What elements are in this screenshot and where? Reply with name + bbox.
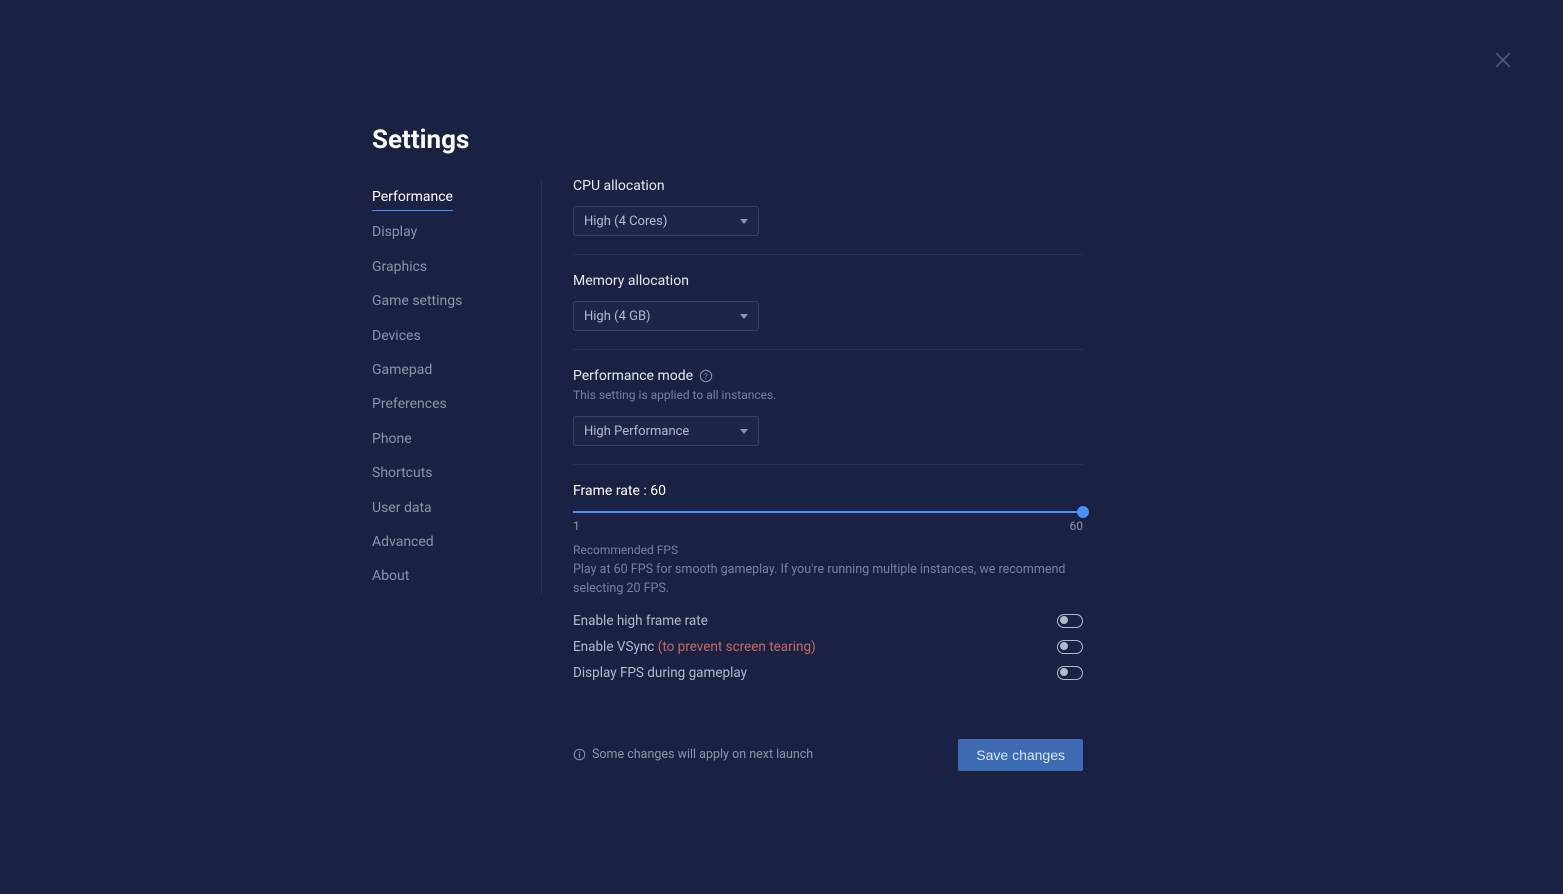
info-note: Some changes will apply on next launch xyxy=(573,747,813,762)
toggle-high-frame-rate[interactable] xyxy=(1057,614,1083,628)
sidebar-item-preferences[interactable]: Preferences xyxy=(372,387,521,421)
info-note-text: Some changes will apply on next launch xyxy=(592,747,813,762)
settings-content: CPU allocation High (4 Cores) Memory all… xyxy=(573,178,1083,771)
chevron-down-icon xyxy=(740,429,748,434)
sidebar-item-game-settings[interactable]: Game settings xyxy=(372,284,521,318)
performance-mode-value: High Performance xyxy=(584,424,689,439)
sidebar-item-phone[interactable]: Phone xyxy=(372,422,521,456)
save-changes-button[interactable]: Save changes xyxy=(958,739,1083,771)
sidebar-item-performance[interactable]: Performance xyxy=(372,180,453,211)
performance-mode-label: Performance mode ? xyxy=(573,368,1083,384)
performance-mode-section: Performance mode ? This setting is appli… xyxy=(573,368,1083,465)
vsync-label-b: (to prevent screen tearing) xyxy=(658,639,816,655)
sidebar-item-about[interactable]: About xyxy=(372,559,521,593)
info-icon xyxy=(573,748,586,761)
sidebar-item-devices[interactable]: Devices xyxy=(372,319,521,353)
chevron-down-icon xyxy=(740,314,748,319)
close-icon xyxy=(1493,50,1513,70)
slider-min: 1 xyxy=(573,519,580,533)
svg-text:?: ? xyxy=(704,372,708,381)
footer: Some changes will apply on next launch S… xyxy=(573,739,1083,771)
settings-sidebar: Performance Display Graphics Game settin… xyxy=(372,180,542,594)
close-button[interactable] xyxy=(1493,50,1513,70)
toggle-knob xyxy=(1060,668,1068,676)
toggle-knob xyxy=(1060,642,1068,650)
chevron-down-icon xyxy=(740,219,748,224)
slider-track xyxy=(573,511,1083,513)
toggle-label-display-fps: Display FPS during gameplay xyxy=(573,665,747,681)
sidebar-item-display[interactable]: Display xyxy=(372,215,521,249)
memory-allocation-label: Memory allocation xyxy=(573,273,1083,289)
sidebar-item-user-data[interactable]: User data xyxy=(372,491,521,525)
frame-rate-label-prefix: Frame rate : xyxy=(573,483,650,499)
sidebar-item-shortcuts[interactable]: Shortcuts xyxy=(372,456,521,490)
toggle-display-fps[interactable] xyxy=(1057,666,1083,680)
toggle-row-vsync: Enable VSync (to prevent screen tearing) xyxy=(573,639,1083,655)
slider-max: 60 xyxy=(1070,519,1084,533)
vsync-label-a: Enable VSync xyxy=(573,639,658,655)
toggle-label-high-frame-rate: Enable high frame rate xyxy=(573,613,708,629)
cpu-allocation-label: CPU allocation xyxy=(573,178,1083,194)
memory-allocation-dropdown[interactable]: High (4 GB) xyxy=(573,301,759,331)
performance-mode-dropdown[interactable]: High Performance xyxy=(573,416,759,446)
page-title: Settings xyxy=(372,125,469,155)
cpu-allocation-dropdown[interactable]: High (4 Cores) xyxy=(573,206,759,236)
sidebar-item-gamepad[interactable]: Gamepad xyxy=(372,353,521,387)
frame-rate-value: 60 xyxy=(650,483,666,499)
toggle-row-display-fps: Display FPS during gameplay xyxy=(573,665,1083,681)
toggle-knob xyxy=(1060,616,1068,624)
performance-mode-sublabel: This setting is applied to all instances… xyxy=(573,388,1083,402)
memory-allocation-section: Memory allocation High (4 GB) xyxy=(573,273,1083,350)
cpu-allocation-section: CPU allocation High (4 Cores) xyxy=(573,178,1083,255)
frame-rate-section: Frame rate : 60 1 60 Recommended FPS Pla… xyxy=(573,483,1083,709)
sidebar-item-graphics[interactable]: Graphics xyxy=(372,250,521,284)
memory-allocation-value: High (4 GB) xyxy=(584,309,651,324)
performance-mode-label-text: Performance mode xyxy=(573,368,693,384)
recommended-fps-text: Play at 60 FPS for smooth gameplay. If y… xyxy=(573,561,1083,599)
recommended-fps-title: Recommended FPS xyxy=(573,543,1083,557)
toggle-row-high-frame-rate: Enable high frame rate xyxy=(573,613,1083,629)
frame-rate-label: Frame rate : 60 xyxy=(573,483,1083,499)
sidebar-item-advanced[interactable]: Advanced xyxy=(372,525,521,559)
cpu-allocation-value: High (4 Cores) xyxy=(584,214,667,229)
help-icon[interactable]: ? xyxy=(699,369,713,383)
slider-thumb[interactable] xyxy=(1077,506,1089,518)
toggle-vsync[interactable] xyxy=(1057,640,1083,654)
frame-rate-slider[interactable] xyxy=(573,511,1083,513)
slider-range-labels: 1 60 xyxy=(573,519,1083,533)
toggle-label-vsync: Enable VSync (to prevent screen tearing) xyxy=(573,639,816,655)
